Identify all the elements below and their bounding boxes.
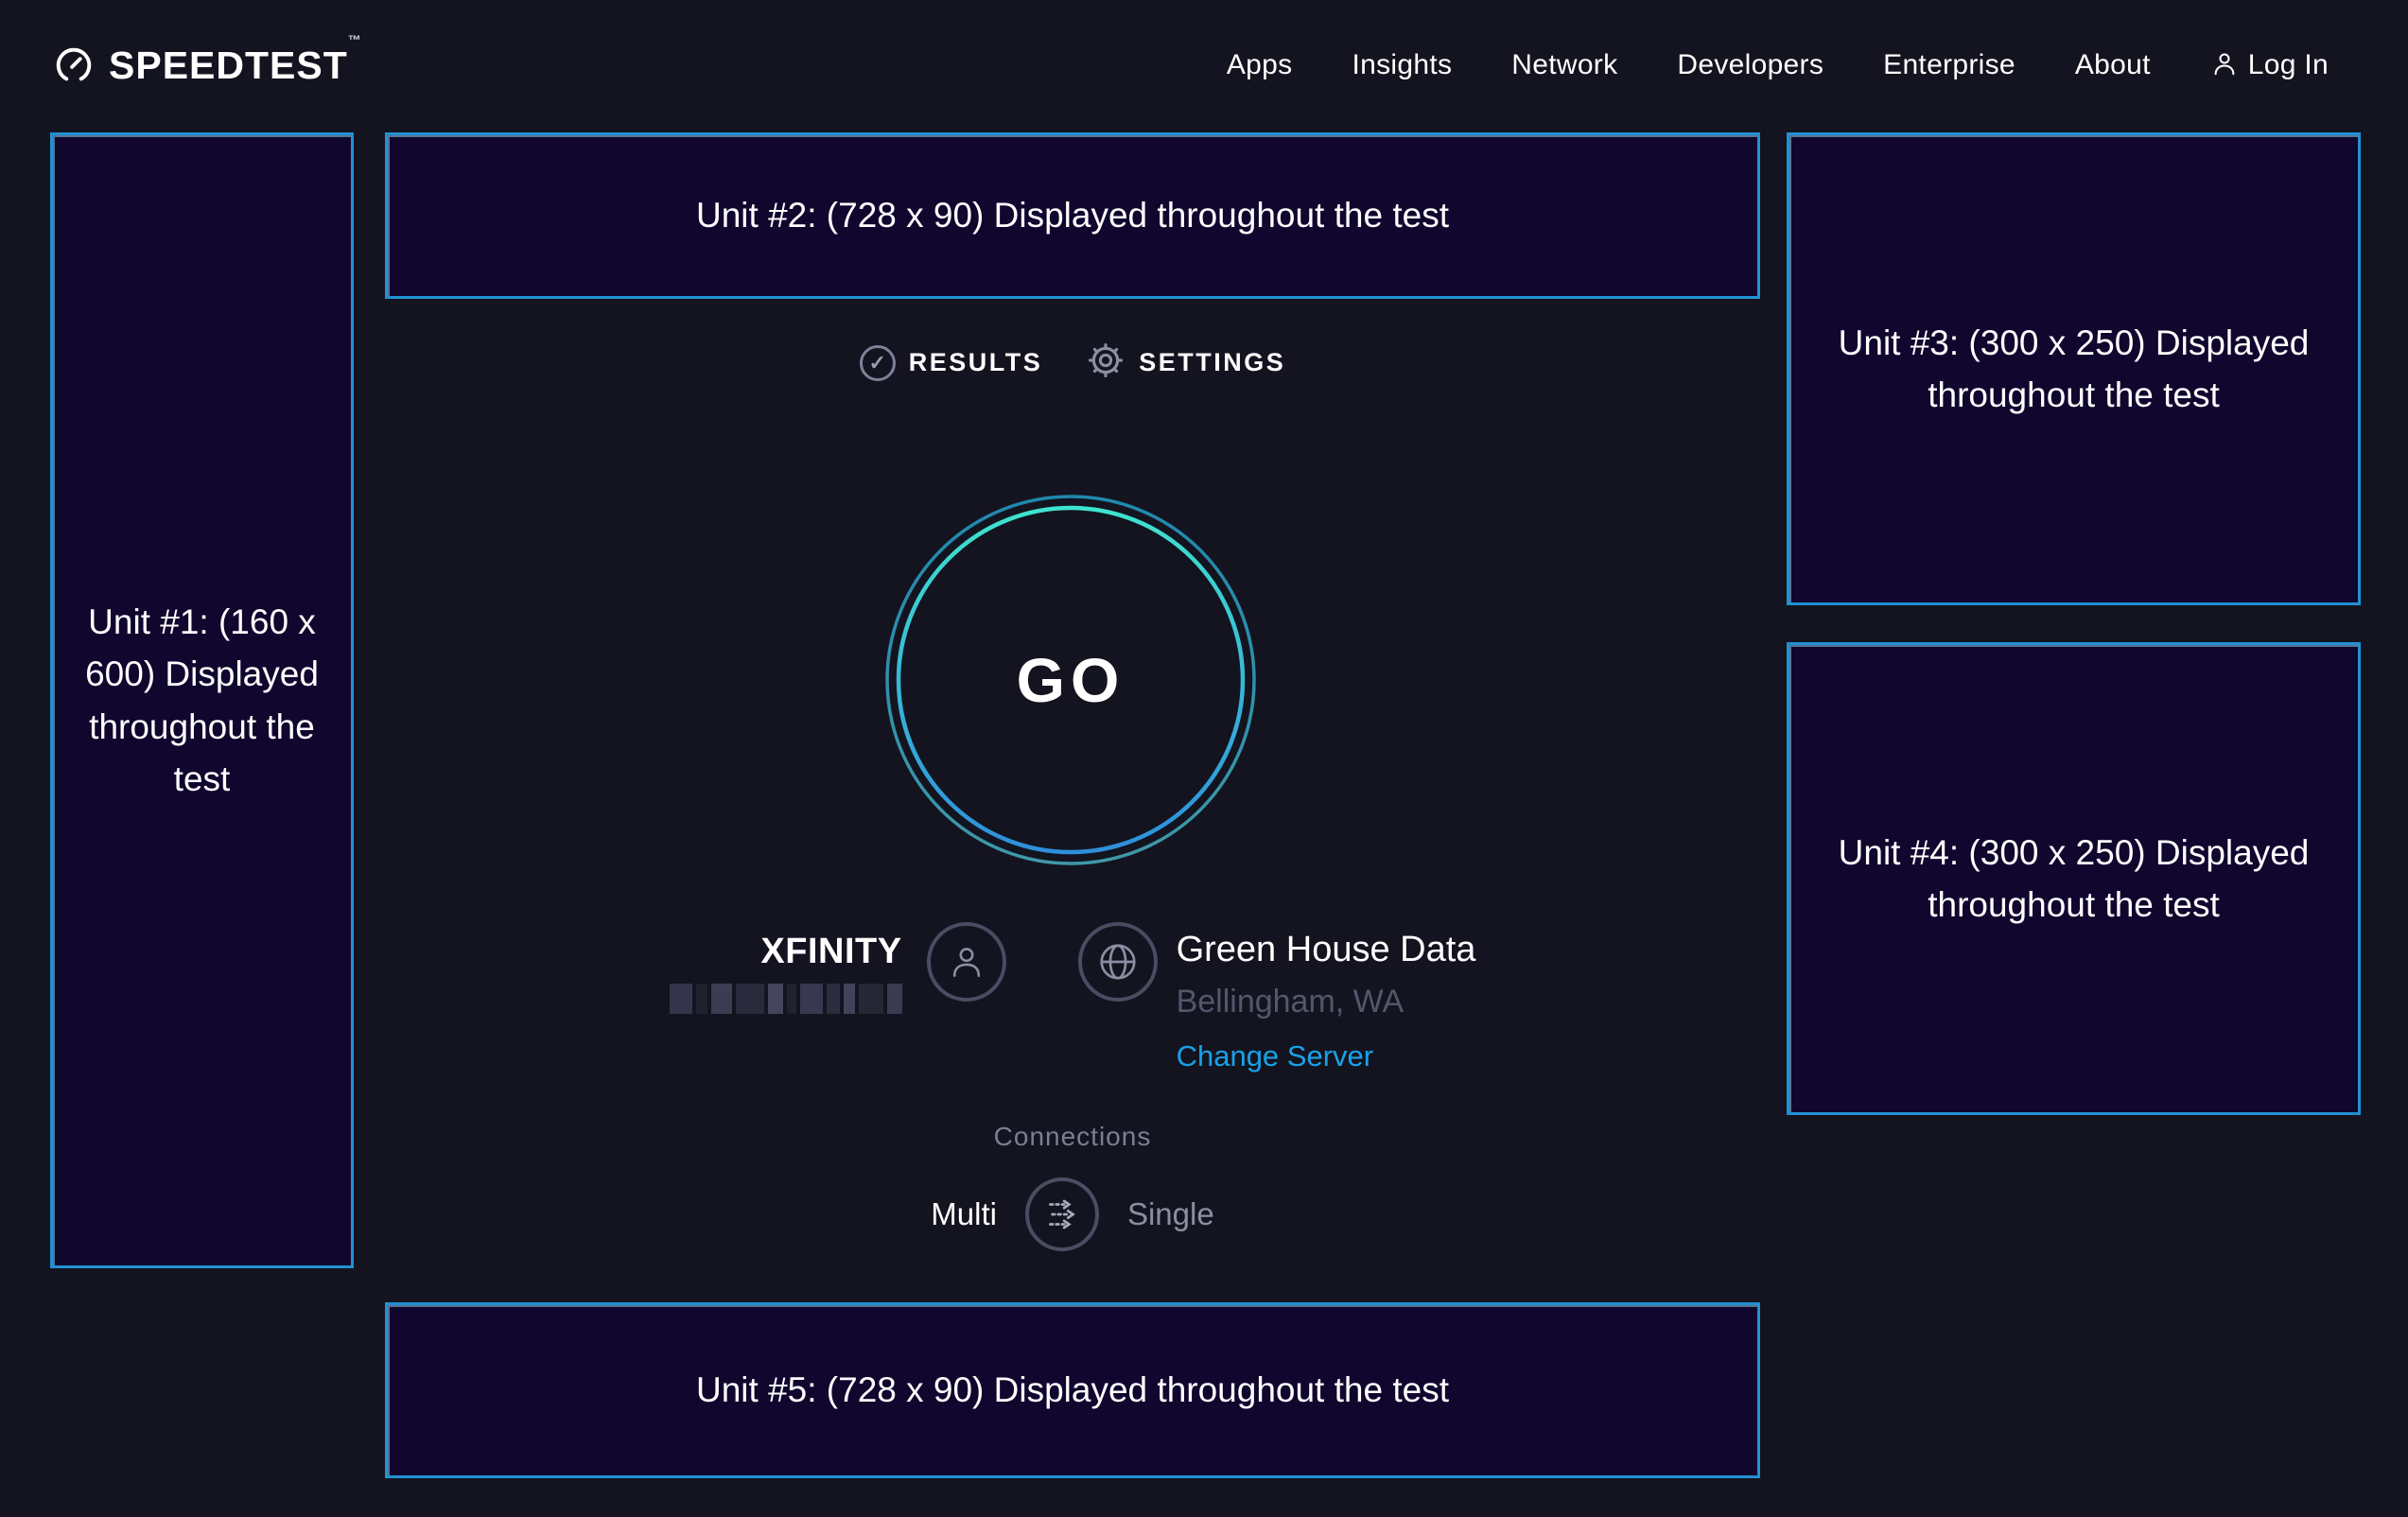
tab-settings[interactable]: SETTINGS [1086, 340, 1285, 385]
connections-title: Connections [994, 1121, 1152, 1153]
tab-results[interactable]: ✓ RESULTS [860, 340, 1043, 385]
server-location: Bellingham, WA [1177, 984, 1476, 1020]
top-nav-bar: SPEEDTEST™ Apps Insights Network Develop… [0, 0, 2408, 131]
server-block: Green House Data Bellingham, WA Change S… [1078, 922, 1476, 1073]
settings-tab-label: SETTINGS [1139, 348, 1285, 377]
ad-unit-3-label: Unit #3: (300 x 250) Displayed throughou… [1789, 317, 2358, 422]
connections-section: Connections Multi Single [385, 1121, 1760, 1251]
nav-item-developers[interactable]: Developers [1677, 49, 1823, 81]
go-button-label: GO [881, 491, 1260, 869]
nav-item-about[interactable]: About [2075, 49, 2151, 81]
nav-item-network[interactable]: Network [1511, 49, 1617, 81]
server-name: Green House Data [1177, 930, 1476, 970]
isp-block: XFINITY [670, 922, 1006, 1014]
connections-toggle-row: Multi Single [931, 1177, 1213, 1251]
logo-wordmark: SPEEDTEST™ [109, 44, 362, 88]
ad-unit-1-label: Unit #1: (160 x 600) Displayed throughou… [53, 596, 351, 806]
redacted-ip-text [670, 984, 902, 1014]
test-meta-row: XFINITY Green House Data Bellingham, WA … [385, 922, 1760, 1073]
ad-unit-3[interactable]: Unit #3: (300 x 250) Displayed throughou… [1787, 132, 2361, 605]
multi-arrows-icon[interactable] [1025, 1177, 1099, 1251]
server-text: Green House Data Bellingham, WA Change S… [1177, 930, 1476, 1073]
globe-icon[interactable] [1078, 922, 1158, 1002]
speedometer-icon [52, 44, 96, 87]
ad-unit-5[interactable]: Unit #5: (728 x 90) Displayed throughout… [385, 1302, 1760, 1478]
login-label: Log In [2248, 49, 2329, 81]
change-server-link[interactable]: Change Server [1177, 1039, 1476, 1073]
go-button[interactable]: GO [881, 491, 1260, 869]
ad-unit-2-label: Unit #2: (728 x 90) Displayed throughout… [668, 189, 1477, 242]
trademark-symbol: ™ [348, 32, 362, 47]
results-tab-label: RESULTS [909, 348, 1043, 377]
nav-item-enterprise[interactable]: Enterprise [1883, 49, 2015, 81]
ad-unit-5-label: Unit #5: (728 x 90) Displayed throughout… [668, 1364, 1477, 1417]
results-settings-tabs: ✓ RESULTS SETTINGS [385, 340, 1760, 385]
isp-user-icon[interactable] [927, 922, 1006, 1002]
user-icon [2210, 49, 2239, 82]
isp-name: XFINITY [760, 932, 901, 972]
main-nav: Apps Insights Network Developers Enterpr… [1227, 49, 2329, 82]
login-button[interactable]: Log In [2210, 49, 2329, 82]
ad-unit-2[interactable]: Unit #2: (728 x 90) Displayed throughout… [385, 132, 1760, 299]
ad-unit-4-label: Unit #4: (300 x 250) Displayed throughou… [1789, 827, 2358, 932]
ad-unit-4[interactable]: Unit #4: (300 x 250) Displayed throughou… [1787, 642, 2361, 1115]
gear-icon [1086, 340, 1125, 385]
connections-multi-option[interactable]: Multi [931, 1196, 997, 1232]
nav-item-insights[interactable]: Insights [1352, 49, 1452, 81]
ad-unit-1[interactable]: Unit #1: (160 x 600) Displayed throughou… [50, 132, 354, 1268]
check-circle-icon: ✓ [860, 345, 896, 381]
speedtest-logo[interactable]: SPEEDTEST™ [52, 44, 362, 88]
nav-item-apps[interactable]: Apps [1227, 49, 1293, 81]
isp-text: XFINITY [670, 932, 902, 1014]
connections-single-option[interactable]: Single [1127, 1196, 1214, 1232]
